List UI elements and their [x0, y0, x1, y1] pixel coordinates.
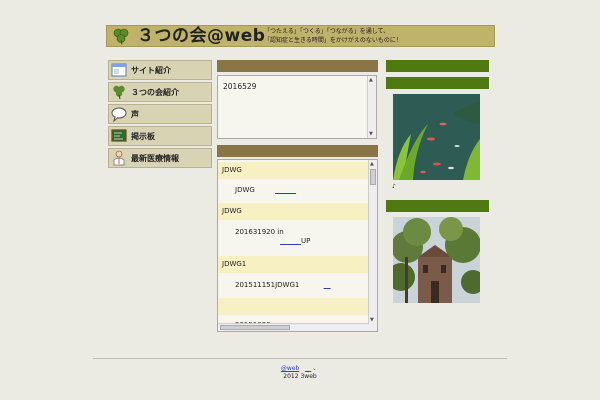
sidebar-item-label: 声	[131, 109, 139, 119]
sidebar-item-voice[interactable]: 声	[108, 104, 212, 124]
right-panel-header-1	[386, 60, 489, 72]
tree-building-photo	[393, 217, 480, 303]
site-tagline: 「つたえる」「つくる」「つながる」を通して、 「認知症と生きる時間」をかけがえの…	[264, 28, 402, 45]
feed-row-header: JDWG	[218, 203, 371, 220]
footer-divider	[93, 358, 507, 359]
feed-row-header: JDWG1	[218, 256, 371, 273]
sidebar-item-medical-info[interactable]: 最新医療情報	[108, 148, 212, 168]
footer-separator: 、	[313, 365, 320, 372]
feed-row-header	[218, 298, 371, 315]
feed-row-text: 201511151JDWG1	[235, 281, 300, 289]
feed-row-body: 201631920 in UP	[235, 228, 310, 246]
aquarium-fish-photo	[393, 94, 480, 180]
feed-row-body: JDWG	[235, 186, 296, 195]
sidebar-item-label: ３つの会紹介	[131, 87, 179, 97]
site-title[interactable]: ３つの会@web	[137, 26, 265, 47]
feed-row-link[interactable]	[324, 281, 331, 289]
feed-row-body: 201511151JDWG1	[235, 281, 331, 290]
sidebar-item-label: サイト紹介	[131, 65, 171, 75]
feed-row-text-2: UP	[235, 237, 310, 246]
tagline-line-2: 「認知症と生きる時間」をかけがえのないものに！	[264, 36, 402, 44]
sidebar-item-label: 最新医療情報	[131, 153, 179, 163]
speech-bubble-icon	[111, 106, 127, 122]
footer-copyright: 2012 3web	[283, 373, 317, 380]
sidebar-nav: サイト紹介 ３つの会紹介 声 掲示板 最新医療情報	[108, 60, 212, 170]
clover-logo-icon	[113, 28, 129, 45]
site-icon	[111, 62, 127, 78]
feed-panel-header	[217, 145, 378, 157]
doctor-icon	[111, 150, 127, 166]
footer-links: @web 、	[0, 363, 600, 372]
footer-link-web[interactable]: @web	[281, 365, 299, 372]
scroll-down-arrow-icon[interactable]: ▼	[369, 131, 373, 137]
feed-scrollbar-horizontal[interactable]	[218, 323, 369, 331]
feed-scrollbar-vertical[interactable]: ▲ ▼	[368, 160, 377, 331]
sidebar-item-label: 掲示板	[131, 131, 155, 141]
photo-caption: ♪	[392, 183, 396, 190]
scroll-up-arrow-icon[interactable]: ▲	[369, 77, 373, 83]
scroll-up-arrow-icon[interactable]: ▲	[370, 161, 374, 167]
tagline-line-1: 「つたえる」「つくる」「つながる」を通して、	[264, 28, 390, 35]
news-box[interactable]: 2016529 ▲ ▼	[217, 75, 377, 139]
board-icon	[111, 128, 127, 144]
site-header: ３つの会@web 「つたえる」「つくる」「つながる」を通して、 「認知症と生きる…	[106, 25, 495, 47]
right-panel-header-2	[386, 77, 489, 89]
sidebar-item-site-intro[interactable]: サイト紹介	[108, 60, 212, 80]
feed-row-text: 201631920 in	[235, 228, 284, 236]
news-panel-header	[217, 60, 378, 72]
scroll-down-arrow-icon[interactable]: ▼	[370, 317, 374, 323]
footer-link-2[interactable]	[305, 365, 311, 372]
sidebar-item-three-groups[interactable]: ３つの会紹介	[108, 82, 212, 102]
feed-row-text: JDWG	[235, 186, 255, 194]
sidebar-item-board[interactable]: 掲示板	[108, 126, 212, 146]
feed-box[interactable]: JDWG JDWG JDWG 201631920 in UP JDWG1 201…	[217, 159, 378, 332]
feed-row-suffix: UP	[301, 237, 311, 245]
feed-row-header: JDWG	[218, 162, 371, 179]
news-text: 2016529	[223, 82, 257, 91]
clover-icon	[111, 84, 127, 100]
right-panel-header-3	[386, 200, 489, 212]
scroll-thumb[interactable]	[370, 169, 376, 185]
feed-row-link[interactable]	[275, 186, 296, 194]
scroll-thumb[interactable]	[220, 325, 290, 330]
news-scrollbar[interactable]: ▲ ▼	[367, 76, 376, 138]
feed-row-link[interactable]	[280, 237, 301, 245]
